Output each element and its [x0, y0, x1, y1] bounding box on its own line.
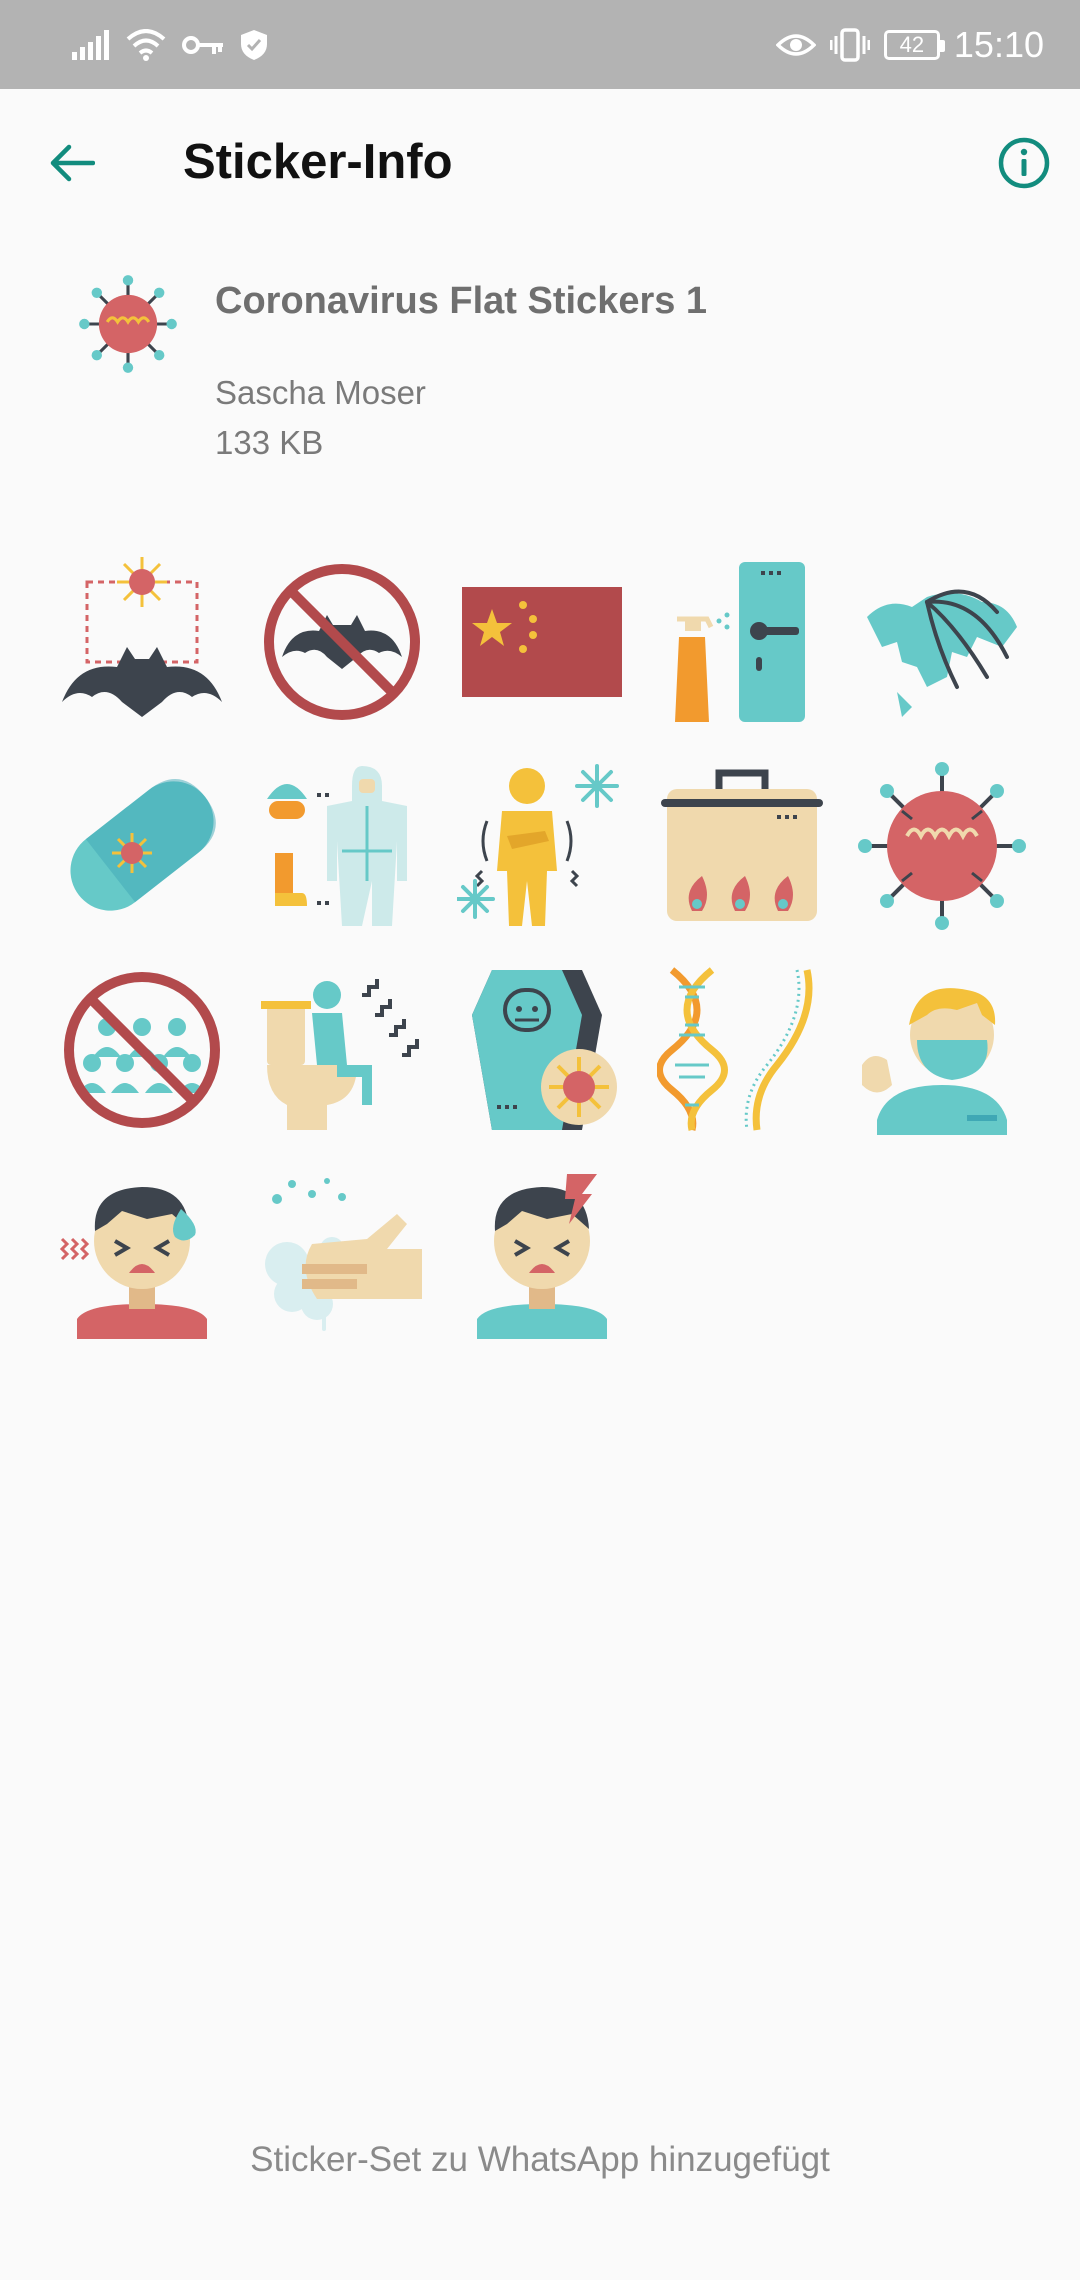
wash-hands-image: [265, 1178, 422, 1331]
bat-virus-image: [62, 557, 222, 717]
back-button[interactable]: [36, 127, 108, 199]
dna-image: [657, 967, 813, 1131]
sick-toilet-sticker[interactable]: [242, 948, 442, 1152]
shield-icon: [241, 30, 267, 60]
page-title: Sticker-Info: [183, 135, 453, 189]
mask-man-image: [862, 988, 1007, 1135]
sick-toilet-image: [261, 979, 419, 1130]
battery-icon: 42: [883, 30, 945, 60]
vpn-key-icon: [182, 36, 223, 54]
sweating-man-sticker[interactable]: [42, 1152, 242, 1356]
sticker-pack-header: Coronavirus Flat Stickers 1 Sascha Moser…: [0, 250, 1080, 480]
world-map-spread-sticker[interactable]: [842, 540, 1042, 744]
no-bats-image: [264, 564, 420, 720]
wifi-icon: [126, 29, 166, 61]
coffin-sticker[interactable]: [442, 948, 642, 1152]
pack-title: Coronavirus Flat Stickers 1: [215, 280, 708, 322]
sweating-man-image: [59, 1187, 207, 1339]
wash-hands-sticker[interactable]: [242, 1152, 442, 1356]
pack-size: 133 KB: [215, 424, 324, 461]
cooking-pot-sticker[interactable]: [642, 744, 842, 948]
pack-tray-icon: [79, 275, 177, 373]
signal-icon: [72, 30, 109, 60]
info-icon: [998, 137, 1050, 189]
china-flag-image: [462, 587, 622, 697]
sticker-grid: [42, 540, 1042, 1356]
disinfect-door-sticker[interactable]: [642, 540, 842, 744]
pack-author: Sascha Moser: [215, 374, 426, 411]
info-button[interactable]: [988, 127, 1060, 199]
battery-level: 42: [899, 32, 925, 57]
protective-suit-image: [267, 766, 407, 926]
china-flag-sticker[interactable]: [442, 540, 642, 744]
clock: 15:10: [953, 24, 1044, 65]
bat-virus-sticker[interactable]: [42, 540, 242, 744]
app-bar: Sticker-Info: [0, 89, 1080, 237]
fever-chills-image: [457, 764, 619, 926]
status-bar: 42 15:10: [0, 0, 1080, 89]
eye-comfort-icon: [775, 34, 816, 56]
disinfect-door-image: [675, 562, 805, 722]
no-crowds-sticker[interactable]: [42, 948, 242, 1152]
arrow-back-icon: [50, 144, 95, 182]
fever-chills-sticker[interactable]: [442, 744, 642, 948]
dna-sticker[interactable]: [642, 948, 842, 1152]
coronavirus-image: [858, 762, 1026, 930]
virus-pill-image: [70, 779, 216, 911]
mask-man-sticker[interactable]: [842, 948, 1042, 1152]
coffin-image: [472, 970, 617, 1130]
virus-pill-sticker[interactable]: [42, 744, 242, 948]
protective-suit-sticker[interactable]: [242, 744, 442, 948]
no-bats-sticker[interactable]: [242, 540, 442, 744]
coronavirus-sticker[interactable]: [842, 744, 1042, 948]
added-to-whatsapp-status: Sticker-Set zu WhatsApp hinzugefügt: [250, 2140, 830, 2179]
headache-man-sticker[interactable]: [442, 1152, 642, 1356]
headache-man-image: [477, 1174, 607, 1339]
vibrate-icon: [829, 28, 870, 62]
world-map-spread-image: [867, 589, 1017, 717]
cooking-pot-image: [661, 769, 823, 921]
no-crowds-image: [64, 972, 220, 1128]
